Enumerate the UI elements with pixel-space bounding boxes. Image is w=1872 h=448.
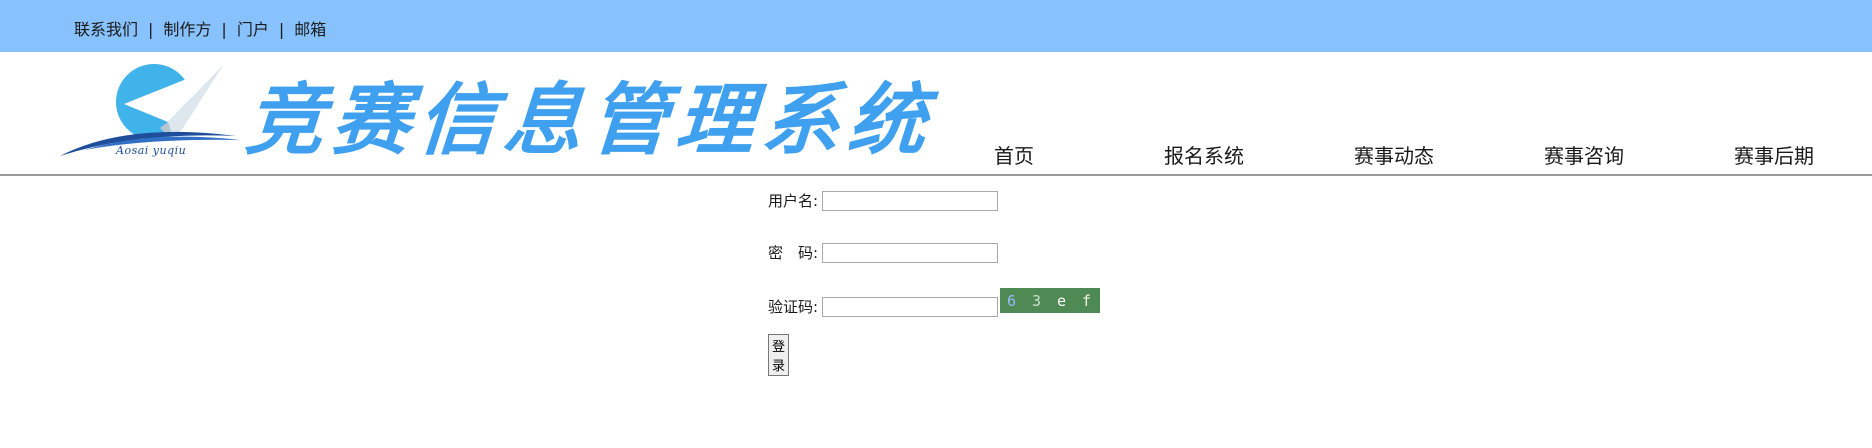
username-input[interactable] <box>822 190 998 211</box>
separator: | <box>221 20 227 39</box>
separator: | <box>278 20 285 39</box>
separator: | <box>148 20 154 39</box>
main-nav: 首页 报名系统 赛事动态 赛事咨询 赛事后期 <box>0 140 1872 170</box>
captcha-input[interactable] <box>822 296 998 317</box>
captcha-row: 验证码: <box>768 296 998 317</box>
maker-link[interactable]: 制作方 <box>163 20 211 39</box>
mail-link[interactable]: 邮箱 <box>294 20 326 39</box>
captcha-label: 验证码: <box>768 298 819 316</box>
captcha-char: e <box>1056 291 1069 310</box>
top-links: 联系我们 | 制作方 | 门户 | 邮箱 <box>74 16 326 40</box>
nav-item-registration[interactable]: 报名系统 <box>1164 140 1244 169</box>
portal-link[interactable]: 门户 <box>237 20 269 39</box>
nav-item-consult[interactable]: 赛事咨询 <box>1544 140 1624 169</box>
password-input[interactable] <box>822 242 998 263</box>
username-row: 用户名: <box>768 190 998 211</box>
captcha-char: 3 <box>1031 291 1044 310</box>
header: Aosai yuqiu 竞赛信息管理系统 首页 报名系统 赛事动态 赛事咨询 赛… <box>0 52 1872 176</box>
password-label: 密 码: <box>768 244 819 262</box>
nav-item-news[interactable]: 赛事动态 <box>1354 140 1434 169</box>
captcha-char: 6 <box>1006 291 1019 310</box>
nav-item-home[interactable]: 首页 <box>994 140 1034 169</box>
password-row: 密 码: <box>768 242 998 263</box>
username-label: 用户名: <box>768 192 819 210</box>
captcha-image[interactable]: 6 3 e f <box>1000 288 1100 313</box>
nav-item-post-event[interactable]: 赛事后期 <box>1734 140 1814 169</box>
login-button[interactable]: 登录 <box>768 334 790 376</box>
captcha-char: f <box>1081 291 1094 310</box>
contact-us-link[interactable]: 联系我们 <box>74 20 138 39</box>
top-bar: 联系我们 | 制作方 | 门户 | 邮箱 <box>0 0 1872 52</box>
